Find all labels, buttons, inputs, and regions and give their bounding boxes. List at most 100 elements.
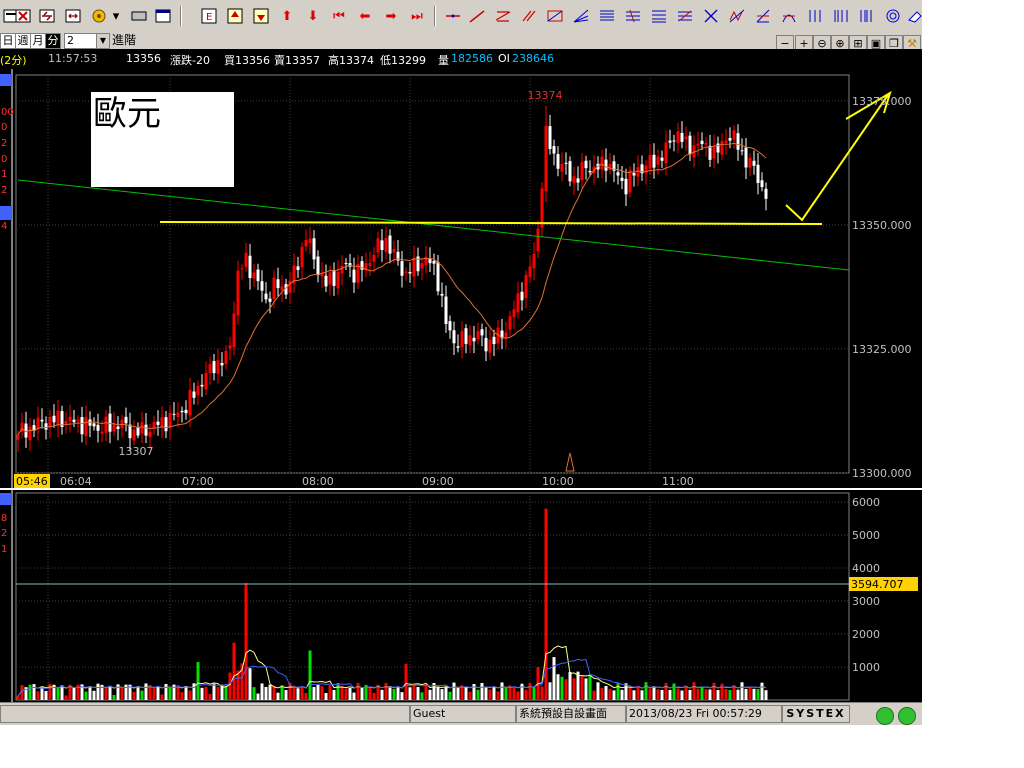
tile-icon[interactable] bbox=[38, 7, 56, 25]
first-icon[interactable]: ⏮ bbox=[330, 7, 348, 25]
volume-bar bbox=[600, 688, 604, 700]
split-icon[interactable] bbox=[64, 7, 82, 25]
spiral-tool-icon[interactable] bbox=[858, 7, 876, 25]
cross-tool-icon[interactable] bbox=[702, 7, 720, 25]
volume-bar bbox=[680, 690, 684, 700]
volume-bar bbox=[104, 687, 108, 700]
volume-bar bbox=[332, 689, 336, 700]
candle-body bbox=[660, 157, 664, 161]
arrow-up-icon[interactable]: ⬆ bbox=[278, 7, 296, 25]
period-week-button[interactable]: 週 bbox=[15, 33, 31, 49]
candle-body bbox=[528, 266, 532, 278]
candle-body bbox=[268, 298, 272, 302]
volume-bar bbox=[352, 692, 356, 700]
wave-tool-icon[interactable] bbox=[728, 7, 746, 25]
advanced-button[interactable]: 進階 bbox=[112, 33, 136, 47]
fan-tool-icon[interactable] bbox=[572, 7, 590, 25]
volume-bar bbox=[440, 689, 444, 700]
fib-tool-icon[interactable] bbox=[598, 7, 616, 25]
chevron-down-icon[interactable]: ▼ bbox=[96, 34, 109, 48]
window-icon[interactable] bbox=[154, 7, 172, 25]
arc-tool-icon[interactable] bbox=[780, 7, 798, 25]
volume-bar bbox=[524, 689, 528, 700]
volume-bar bbox=[760, 682, 764, 700]
volume-bar bbox=[720, 683, 724, 700]
quote-low: 低13299 bbox=[380, 54, 426, 67]
time-lines-icon[interactable] bbox=[832, 7, 850, 25]
volume-bar bbox=[180, 692, 184, 700]
candle-body bbox=[372, 254, 376, 262]
candle-body bbox=[560, 163, 564, 172]
candle-body bbox=[532, 253, 536, 269]
e-icon[interactable]: E bbox=[200, 7, 218, 25]
channel-tool-icon[interactable] bbox=[494, 7, 512, 25]
volume-bar bbox=[756, 689, 760, 700]
candle-body bbox=[436, 262, 440, 292]
gear-icon[interactable] bbox=[90, 7, 108, 25]
volume-bar bbox=[256, 693, 260, 700]
cycle-tool-icon[interactable] bbox=[806, 7, 824, 25]
grid-tool-icon[interactable] bbox=[624, 7, 642, 25]
levels-tool-icon[interactable] bbox=[650, 7, 668, 25]
candle-body bbox=[128, 424, 132, 439]
time-tick-label: 11:00 bbox=[662, 475, 694, 488]
circle-tool-icon[interactable] bbox=[884, 7, 902, 25]
page-down-icon[interactable] bbox=[252, 7, 270, 25]
volume-bar bbox=[160, 694, 164, 700]
candle-body bbox=[616, 172, 620, 176]
candle-body bbox=[604, 159, 608, 171]
candle-body bbox=[628, 170, 632, 193]
candle-body bbox=[760, 180, 764, 188]
candle-body bbox=[720, 140, 724, 155]
dropdown-icon[interactable]: ▾ bbox=[110, 7, 122, 25]
period-day-button[interactable]: 日 bbox=[0, 33, 16, 49]
volume-bar bbox=[464, 687, 468, 700]
left-marker bbox=[0, 206, 12, 220]
volume-bar bbox=[592, 690, 596, 700]
volume-bar bbox=[280, 685, 284, 700]
layout-icon[interactable] bbox=[130, 7, 148, 25]
candle-body bbox=[384, 238, 388, 252]
arrow-left-icon[interactable]: ⬅ bbox=[356, 7, 374, 25]
arrow-right-icon[interactable]: ➡ bbox=[382, 7, 400, 25]
ray-tool-icon[interactable] bbox=[676, 7, 694, 25]
status-layout[interactable]: 系統預設自設畫面 bbox=[516, 705, 626, 723]
candle-body bbox=[80, 417, 84, 435]
candle-body bbox=[480, 329, 484, 336]
hline-tool-icon[interactable] bbox=[444, 7, 462, 25]
candle-body bbox=[740, 150, 744, 152]
volume-bar bbox=[276, 692, 280, 700]
interval-select[interactable]: 2 ▼ bbox=[64, 33, 110, 49]
angle-tool-icon[interactable] bbox=[754, 7, 772, 25]
rect-tool-icon[interactable] bbox=[546, 7, 564, 25]
last-icon[interactable]: ⏭ bbox=[408, 7, 426, 25]
volume-bar bbox=[532, 687, 536, 700]
volume-bar bbox=[368, 686, 372, 700]
volume-bar bbox=[136, 686, 140, 700]
volume-bar bbox=[152, 687, 156, 700]
period-month-button[interactable]: 月 bbox=[30, 33, 46, 49]
candle-body bbox=[484, 337, 488, 352]
candle-body bbox=[544, 125, 548, 192]
period-minute-button[interactable]: 分 bbox=[45, 33, 61, 49]
candle-body bbox=[116, 426, 120, 430]
candle-body bbox=[492, 336, 496, 345]
chart-area[interactable]: 13375.000 13350.000 13325.000 13300.000 06:0… bbox=[0, 69, 922, 702]
volume-bar bbox=[516, 691, 520, 700]
arrow-down-icon[interactable]: ⬇ bbox=[304, 7, 322, 25]
parallel-tool-icon[interactable] bbox=[520, 7, 538, 25]
line-tool-icon[interactable] bbox=[468, 7, 486, 25]
candle-body bbox=[192, 391, 196, 398]
left-partial-label: 00 bbox=[1, 107, 14, 118]
candle-body bbox=[68, 416, 72, 422]
volume-bar bbox=[244, 583, 248, 700]
eraser-tool-icon[interactable] bbox=[906, 7, 924, 25]
volume-bar bbox=[764, 690, 768, 700]
candle-body bbox=[16, 434, 20, 440]
candle-body bbox=[380, 240, 384, 251]
time-tick-label: 08:00 bbox=[302, 475, 334, 488]
close-window-icon[interactable] bbox=[14, 7, 32, 25]
candle-body bbox=[580, 162, 584, 181]
candle-body bbox=[728, 137, 732, 141]
page-up-icon[interactable] bbox=[226, 7, 244, 25]
